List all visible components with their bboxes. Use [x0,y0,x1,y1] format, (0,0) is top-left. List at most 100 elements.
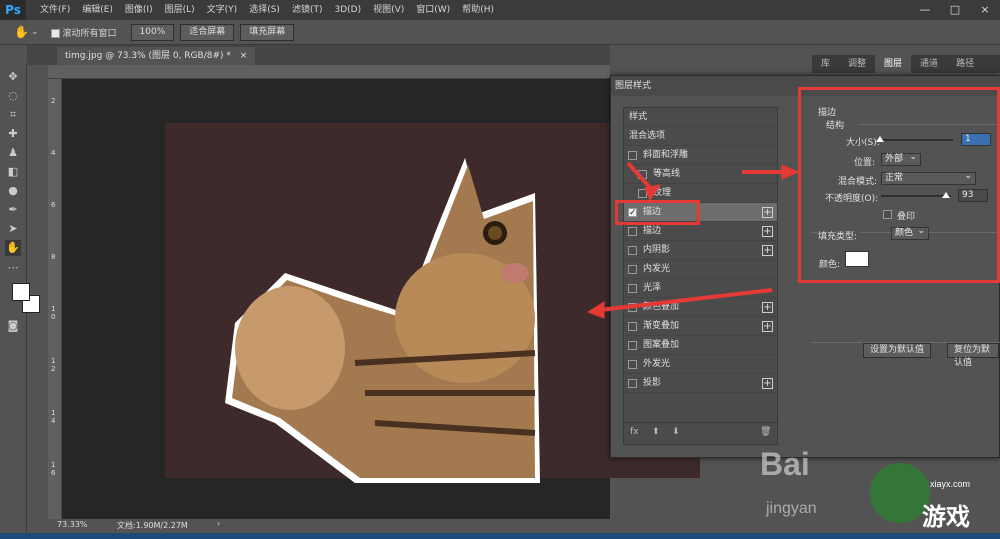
fill-screen-button[interactable]: 填充屏幕 [240,23,295,41]
style-list-item[interactable]: 内发光 [624,260,777,279]
document-tab-title: timg.jpg @ 73.3% (图层 0, RGB/8#) * [65,51,231,61]
ruler-number: 1 4 [51,409,56,425]
menu-view[interactable]: 视图(V) [367,0,410,20]
menu-file[interactable]: 文件(F) [34,0,76,20]
menu-help[interactable]: 帮助(H) [456,0,500,20]
fx-icon[interactable]: fx [630,427,639,437]
document-tab-bar: timg.jpg @ 73.3% (图层 0, RGB/8#) * × [27,45,610,65]
menu-image[interactable]: 图像(I) [119,0,159,20]
add-effect-icon[interactable]: + [762,378,773,389]
document-tab[interactable]: timg.jpg @ 73.3% (图层 0, RGB/8#) * × [57,47,256,65]
style-item-label: 内阴影 [643,245,671,255]
game-text: 游戏 [922,503,970,531]
fit-screen-button[interactable]: 适合屏幕 [180,23,235,41]
tools-panel: ✥ ◌ ⌗ ✚ ♟ ◧ ● ✒ ➤ ✋ ⋯ ◙ [0,63,40,533]
style-list: 样式混合选项斜面和浮雕等高线纹理描边+描边+内阴影+内发光光泽颜色叠加+渐变叠加… [623,107,778,445]
style-list-item[interactable]: 颜色叠加 + [624,298,777,317]
tab-adjustments[interactable]: 调整 [839,55,875,73]
panel-tabs: 库 调整 图层 通道 路径 [812,55,1000,73]
style-list-item[interactable]: 图案叠加 [624,336,777,355]
menu-type[interactable]: 文字(Y) [201,0,244,20]
style-checkbox[interactable] [628,265,637,274]
move-down-icon[interactable]: ⬇ [672,427,680,437]
style-list-item[interactable]: 外发光 [624,355,777,374]
highlight-stroke-settings [798,87,1000,283]
menu-edit[interactable]: 编辑(E) [76,0,119,20]
style-checkbox[interactable] [638,170,647,179]
lasso-tool-icon[interactable]: ◌ [5,88,21,104]
quick-mask-icon[interactable]: ◙ [5,318,21,334]
style-list-item[interactable]: 混合选项 [624,127,777,146]
move-up-icon[interactable]: ⬆ [652,427,660,437]
clone-stamp-icon[interactable]: ♟ [5,145,21,161]
menu-layer[interactable]: 图层(L) [159,0,201,20]
zoom-100-button[interactable]: 100% [130,23,175,41]
vertical-ruler: 2 4 6 8 1 0 1 2 1 4 1 6 [48,79,62,519]
maximize-button[interactable]: □ [940,0,970,20]
hand-tool-icon[interactable]: ✋ [5,240,21,256]
jingyan-text: jingyan [765,500,817,517]
style-checkbox[interactable] [628,284,637,293]
style-item-label: 斜面和浮雕 [643,150,689,160]
watermark: Bai jingyan xiayx.com 游戏 [740,425,1000,533]
options-bar: ✋ ⌄ 滚动所有窗口 100% 适合屏幕 填充屏幕 [0,20,1000,45]
minimize-button[interactable]: — [910,0,940,20]
add-effect-icon[interactable]: + [762,207,773,218]
blur-tool-icon[interactable]: ● [5,183,21,199]
scroll-all-windows-option[interactable]: 滚动所有窗口 [50,26,117,39]
eraser-icon[interactable]: ◧ [5,164,21,180]
style-list-item[interactable]: 渐变叠加 + [624,317,777,336]
tab-paths[interactable]: 路径 [947,55,983,73]
style-checkbox[interactable] [628,227,637,236]
status-menu-arrow[interactable]: › [217,519,220,528]
style-checkbox[interactable] [628,341,637,350]
style-checkbox[interactable] [628,322,637,331]
path-selection-icon[interactable]: ➤ [5,221,21,237]
tab-channels[interactable]: 通道 [911,55,947,73]
style-list-item[interactable]: 投影 + [624,374,777,393]
style-list-item[interactable]: 内阴影 + [624,241,777,260]
style-checkbox[interactable] [638,189,647,198]
move-tool-icon[interactable]: ✥ [5,69,21,85]
menu-filter[interactable]: 滤镜(T) [286,0,329,20]
photoshop-logo: Ps [0,0,26,20]
zoom-readout[interactable]: 73.33% [57,520,88,529]
style-checkbox[interactable] [628,246,637,255]
style-item-label: 光泽 [643,283,662,293]
add-effect-icon[interactable]: + [762,226,773,237]
hand-tool-icon[interactable]: ✋ [14,25,29,39]
set-default-button[interactable]: 设置为默认值 [863,343,932,358]
style-checkbox[interactable] [628,360,637,369]
tab-library[interactable]: 库 [812,55,839,73]
style-list-item[interactable]: 斜面和浮雕 [624,146,777,165]
foreground-color-swatch[interactable] [12,283,30,301]
style-item-label: 颜色叠加 [643,302,680,312]
menu-3d[interactable]: 3D(D) [328,0,367,20]
style-item-label: 渐变叠加 [643,321,680,331]
scroll-all-checkbox[interactable] [50,28,60,38]
add-effect-icon[interactable]: + [762,245,773,256]
style-checkbox[interactable] [628,151,637,160]
horizontal-ruler [48,65,610,79]
reset-default-button[interactable]: 复位为默认值 [947,343,999,368]
menu-window[interactable]: 窗口(W) [410,0,456,20]
add-effect-icon[interactable]: + [762,302,773,313]
style-list-item[interactable]: 样式 [624,108,777,127]
style-list-item[interactable]: 光泽 [624,279,777,298]
style-checkbox[interactable] [628,379,637,388]
style-list-item[interactable]: 等高线 [624,165,777,184]
tab-layers[interactable]: 图层 [875,55,912,73]
close-button[interactable]: × [970,0,1000,20]
more-tools-icon[interactable]: ⋯ [5,260,21,276]
cat-image [225,158,540,483]
close-icon[interactable]: × [240,51,248,61]
add-effect-icon[interactable]: + [762,321,773,332]
healing-brush-icon[interactable]: ✚ [5,126,21,142]
style-item-label: 样式 [629,112,648,122]
style-item-label: 混合选项 [629,131,666,141]
style-checkbox[interactable] [628,303,637,312]
crop-tool-icon[interactable]: ⌗ [5,107,21,123]
pen-tool-icon[interactable]: ✒ [5,202,21,218]
chevron-down-icon[interactable]: ⌄ [31,27,39,37]
menu-select[interactable]: 选择(S) [243,0,286,20]
